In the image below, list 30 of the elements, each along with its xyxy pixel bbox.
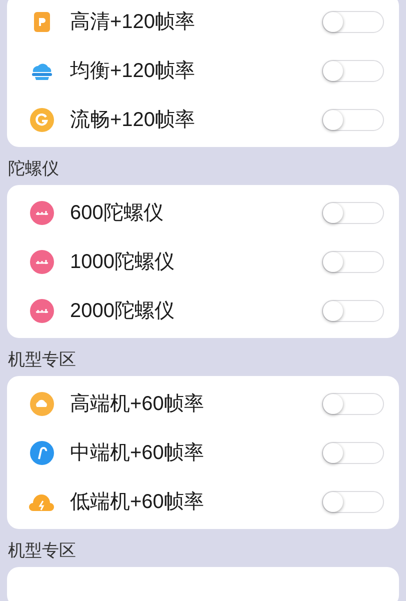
gyroscope-icon	[30, 200, 54, 224]
toggle-switch[interactable]	[322, 108, 384, 130]
document-icon	[34, 12, 50, 32]
toggle-switch[interactable]	[322, 10, 384, 32]
setting-label: 高清+120帧率	[70, 10, 196, 34]
cloud-bolt-icon	[29, 492, 55, 512]
setting-label: 低端机+60帧率	[70, 490, 205, 514]
toggle-switch[interactable]	[322, 300, 384, 322]
setting-label: 均衡+120帧率	[70, 58, 196, 84]
toggle-switch[interactable]	[322, 202, 384, 224]
setting-label: 流畅+120帧率	[70, 108, 196, 132]
setting-label: 1000陀螺仪	[70, 250, 176, 274]
g-circle-icon	[30, 108, 54, 132]
toggle-switch[interactable]	[322, 490, 384, 512]
setting-label: 高端机+60帧率	[70, 392, 205, 416]
cloud-icon	[30, 62, 54, 80]
gyroscope-icon	[30, 298, 54, 322]
setting-label: 2000陀螺仪	[70, 298, 176, 324]
section-title: 机型专区	[7, 540, 76, 562]
setting-label: 中端机+60帧率	[70, 440, 205, 466]
section-title: 机型专区	[7, 348, 76, 370]
gyroscope-icon	[30, 250, 54, 274]
section-title: 陀螺仪	[7, 158, 59, 180]
cloud-circle-icon	[30, 392, 54, 416]
pen-circle-icon	[30, 440, 54, 464]
toggle-switch[interactable]	[322, 250, 384, 272]
toggle-switch[interactable]	[322, 442, 384, 464]
setting-label: 600陀螺仪	[70, 200, 164, 226]
toggle-switch[interactable]	[322, 60, 384, 82]
toggle-switch[interactable]	[322, 392, 384, 414]
